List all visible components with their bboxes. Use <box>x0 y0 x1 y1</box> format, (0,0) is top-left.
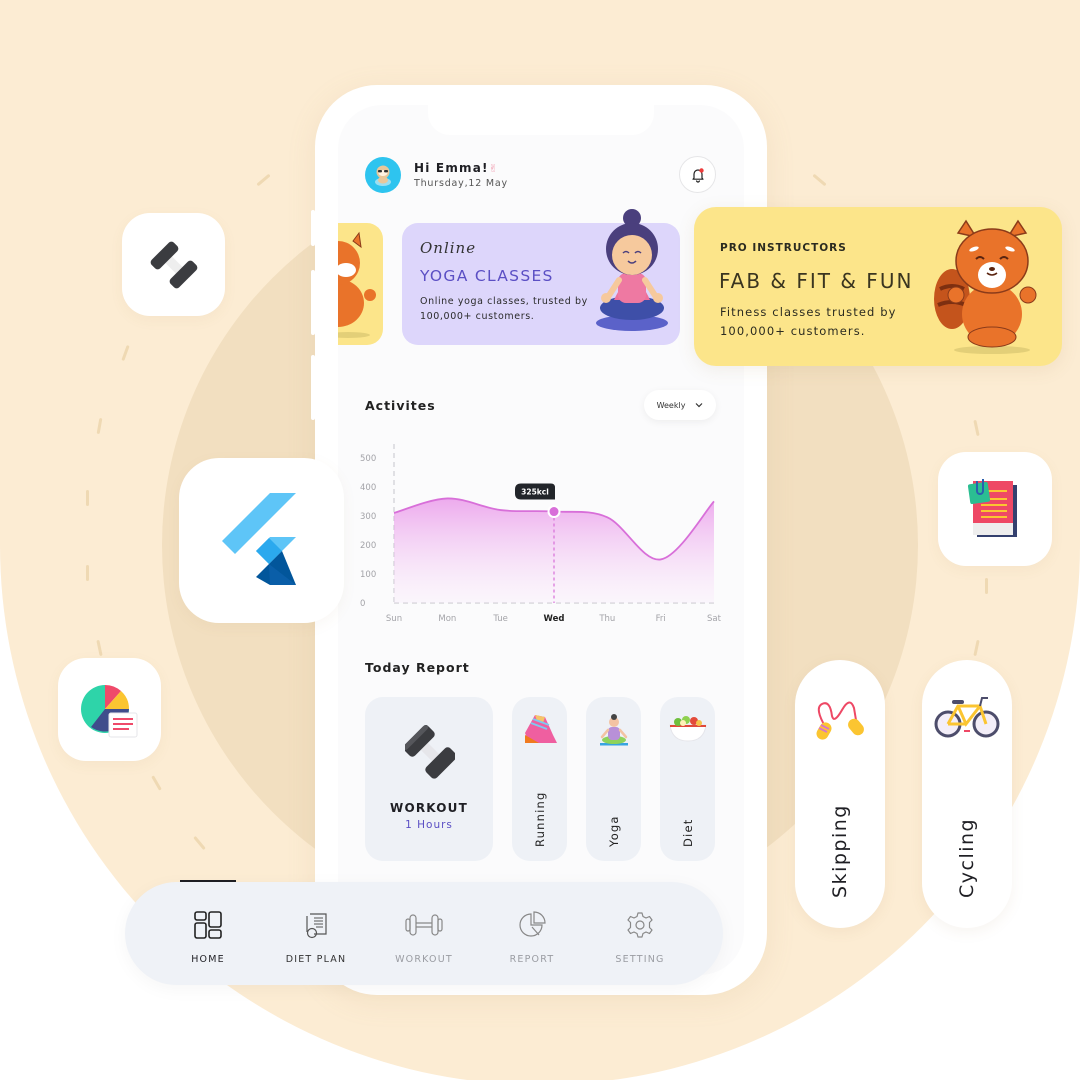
decor-dash <box>985 578 988 594</box>
red-panda-illustration-icon <box>934 219 1037 354</box>
banner-kicker: Online <box>420 239 477 257</box>
banner-carousel-prev[interactable] <box>338 223 383 345</box>
report-card-diet[interactable]: Diet <box>660 697 715 861</box>
x-tick-label: Tue <box>492 614 508 624</box>
activity-pill-cycling[interactable]: Cycling <box>922 660 1012 928</box>
phone-side-button <box>311 355 315 420</box>
report-card-yoga[interactable]: Yoga <box>586 697 641 861</box>
workout-label: WORKOUT <box>390 801 468 815</box>
banner-pro-instructors[interactable]: PRO INSTRUCTORS FAB & FIT & FUN Fitness … <box>694 207 1062 366</box>
y-tick-label: 200 <box>360 541 376 551</box>
x-tick-label: Fri <box>656 614 666 624</box>
phone-side-button <box>311 270 315 335</box>
y-tick-label: 0 <box>360 599 365 609</box>
nav-label-setting: SETTING <box>615 954 665 965</box>
bell-icon <box>691 167 704 183</box>
tooltip-label: 325kcl <box>521 488 549 497</box>
tile-pie-report <box>58 658 161 761</box>
home-grid-icon <box>194 911 222 939</box>
nav-item-setting[interactable]: SETTING <box>585 910 695 965</box>
jump-rope-icon <box>816 701 864 740</box>
current-date: Thursday,12 May <box>414 178 508 189</box>
avatar[interactable] <box>365 157 401 193</box>
banner-description: Online yoga classes, trusted by 100,000+… <box>420 296 588 322</box>
nav-item-diet-plan[interactable]: DIET PLAN <box>261 910 371 965</box>
tile-notes <box>938 452 1052 566</box>
flutter-logo-icon <box>221 492 296 585</box>
x-tick-label: Wed <box>544 614 565 624</box>
activity-pill-skipping[interactable]: Skipping <box>795 660 885 928</box>
nav-label-home: HOME <box>191 954 225 965</box>
nav-item-workout[interactable]: WORKOUT <box>369 910 479 965</box>
peace-hand-icon: ✌ <box>488 162 500 175</box>
tooltip: 325kcl <box>515 483 555 500</box>
cycling-label: Cycling <box>956 817 978 898</box>
greeting: Hi Emma!✌ <box>414 161 500 175</box>
report-card-running[interactable]: Running <box>512 697 567 861</box>
today-report-title: Today Report <box>365 660 470 675</box>
gear-icon <box>627 912 653 938</box>
activities-title: Activites <box>365 398 436 413</box>
period-select[interactable]: Weekly <box>644 390 716 420</box>
notification-button[interactable] <box>679 156 716 193</box>
pie-chart-icon <box>519 911 546 937</box>
banner-yoga-classes[interactable]: Online YOGA CLASSES Online yoga classes,… <box>402 209 680 345</box>
dumbbell-icon <box>405 725 455 779</box>
tile-flutter <box>179 458 344 623</box>
banner-description: Fitness classes trusted by 100,000+ cust… <box>720 305 897 338</box>
dumbbell-icon <box>150 241 197 288</box>
app-screen: Hi Emma!✌ Thursday,12 May Online YOGA CL… <box>338 105 744 975</box>
diet-label: Diet <box>680 818 695 847</box>
red-panda-icon <box>338 231 376 338</box>
running-shoe-icon <box>524 715 557 743</box>
banner-title: FAB & FIT & FUN <box>719 269 914 293</box>
yoga-pose-icon <box>599 714 628 746</box>
y-tick-label: 500 <box>360 454 376 464</box>
x-tick-label: Thu <box>598 614 615 624</box>
notes-clip-icon <box>967 479 1017 537</box>
y-tick-label: 100 <box>360 570 376 580</box>
bottom-nav: HOME DIET PLAN WORKOUT REPORT SETTING <box>125 882 723 985</box>
sloth-avatar-icon <box>375 165 391 186</box>
banner-kicker: PRO INSTRUCTORS <box>720 242 847 254</box>
phone-side-button <box>311 210 315 246</box>
chevron-down-icon <box>696 403 703 408</box>
nav-item-report[interactable]: REPORT <box>477 910 587 965</box>
activity-chart: 0 100 200 300 400 500 Sun Mon Tue Wed Thu Fri Sat 3… <box>360 444 722 624</box>
decor-dash <box>86 565 89 581</box>
y-tick-label: 400 <box>360 483 376 493</box>
workout-duration: 1 Hours <box>405 819 453 831</box>
x-tick-label: Sat <box>707 614 722 624</box>
nav-label-report: REPORT <box>509 954 555 965</box>
salad-bowl-icon <box>668 716 707 742</box>
period-select-value: Weekly <box>656 400 686 410</box>
x-tick-label: Mon <box>438 614 456 624</box>
x-tick-label: Sun <box>386 614 402 624</box>
decor-dash <box>86 490 89 506</box>
running-label: Running <box>532 791 547 847</box>
skipping-label: Skipping <box>829 804 851 898</box>
tile-dumbbell <box>122 213 225 316</box>
yoga-label: Yoga <box>606 815 621 847</box>
banner-title: YOGA CLASSES <box>420 267 554 285</box>
pie-report-icon <box>80 684 137 737</box>
nav-item-home[interactable]: HOME <box>153 910 263 965</box>
phone-notch <box>428 105 654 135</box>
report-card-workout[interactable]: WORKOUT 1 Hours <box>365 697 493 861</box>
highlight-point <box>547 505 561 519</box>
diet-plan-icon <box>306 913 327 939</box>
nav-label-diet-plan: DIET PLAN <box>285 954 347 965</box>
dumbbell-icon <box>405 914 443 936</box>
bicycle-icon <box>934 697 1000 738</box>
y-tick-label: 300 <box>360 512 376 522</box>
nav-label-workout: WORKOUT <box>395 954 453 965</box>
yoga-girl-illustration-icon <box>596 209 668 331</box>
